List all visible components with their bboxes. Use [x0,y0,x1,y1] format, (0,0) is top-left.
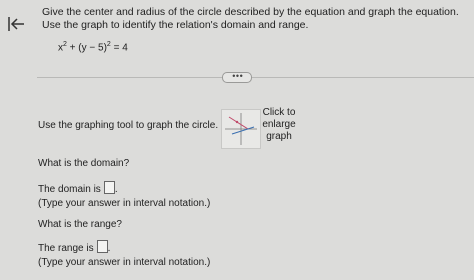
graph-thumbnail-icon[interactable] [221,109,261,149]
range-hint: (Type your answer in interval notation.) [38,257,211,268]
question-prompt: Give the center and radius of the circle… [42,6,459,31]
range-period: . [107,243,111,254]
range-question: What is the range? [38,219,122,230]
domain-period: . [114,184,118,195]
back-arrow-icon[interactable] [6,14,26,34]
range-answer-input[interactable] [96,240,108,253]
expand-more-button[interactable]: • • • [222,72,252,83]
eq-middle: + (y − 5) [66,42,107,54]
eq-tail: = 4 [110,42,128,54]
circle-equation: x2 + (y − 5)2 = 4 [58,41,128,53]
graph-instruction: Use the graphing tool to graph the circl… [38,120,219,131]
domain-hint: (Type your answer in interval notation.) [38,198,211,209]
range-answer-row: The range is. [38,240,110,254]
domain-question: What is the domain? [38,158,130,169]
section-divider [37,77,474,78]
domain-answer-row: The domain is. [38,181,118,195]
domain-answer-input[interactable] [103,181,115,194]
domain-answer-label: The domain is [38,184,101,195]
enlarge-graph-link[interactable]: Click to enlarge graph [262,107,296,143]
range-answer-label: The range is [38,243,94,254]
